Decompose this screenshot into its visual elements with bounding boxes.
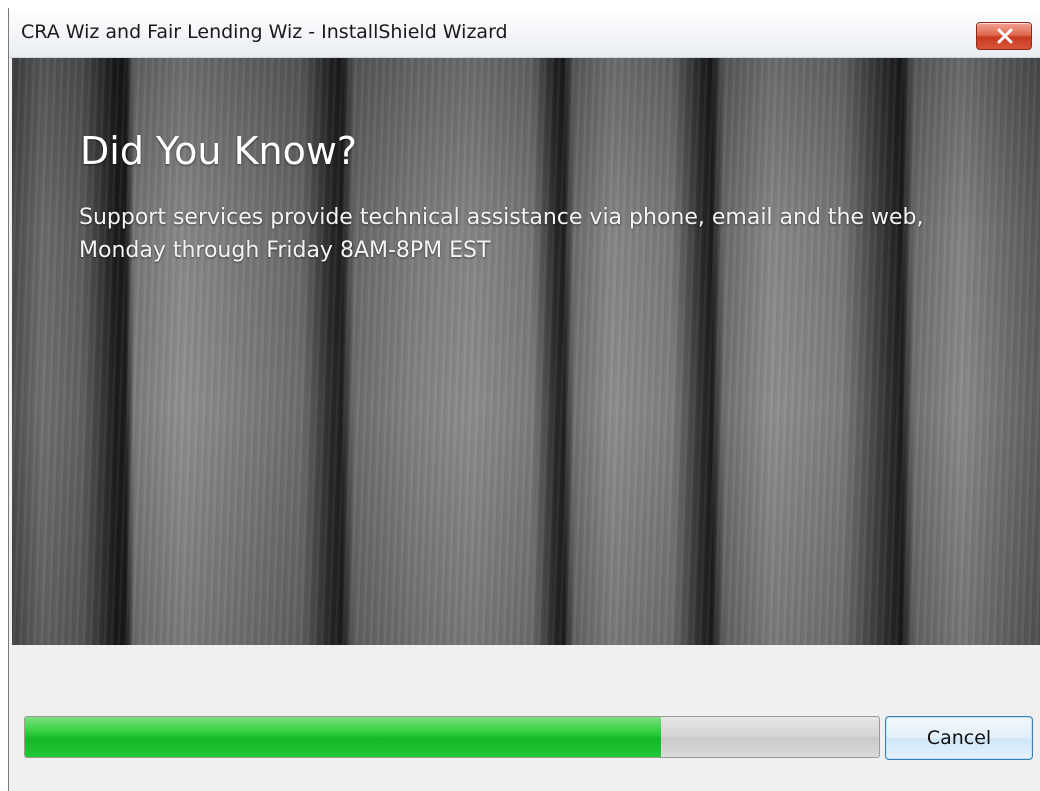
title-bar[interactable]: CRA Wiz and Fair Lending Wiz - InstallSh…	[9, 8, 1040, 58]
progress-fill	[25, 717, 662, 757]
banner-heading: Did You Know?	[80, 129, 358, 173]
window-title: CRA Wiz and Fair Lending Wiz - InstallSh…	[21, 21, 508, 43]
close-icon	[997, 28, 1013, 44]
installer-window: CRA Wiz and Fair Lending Wiz - InstallSh…	[8, 8, 1040, 791]
close-button[interactable]	[976, 22, 1032, 50]
install-progress-bar	[24, 716, 880, 758]
banner-body-text: Support services provide technical assis…	[79, 205, 924, 263]
did-you-know-banner: Did You Know? Support services provide t…	[12, 58, 1040, 645]
cancel-button[interactable]: Cancel	[885, 716, 1033, 760]
